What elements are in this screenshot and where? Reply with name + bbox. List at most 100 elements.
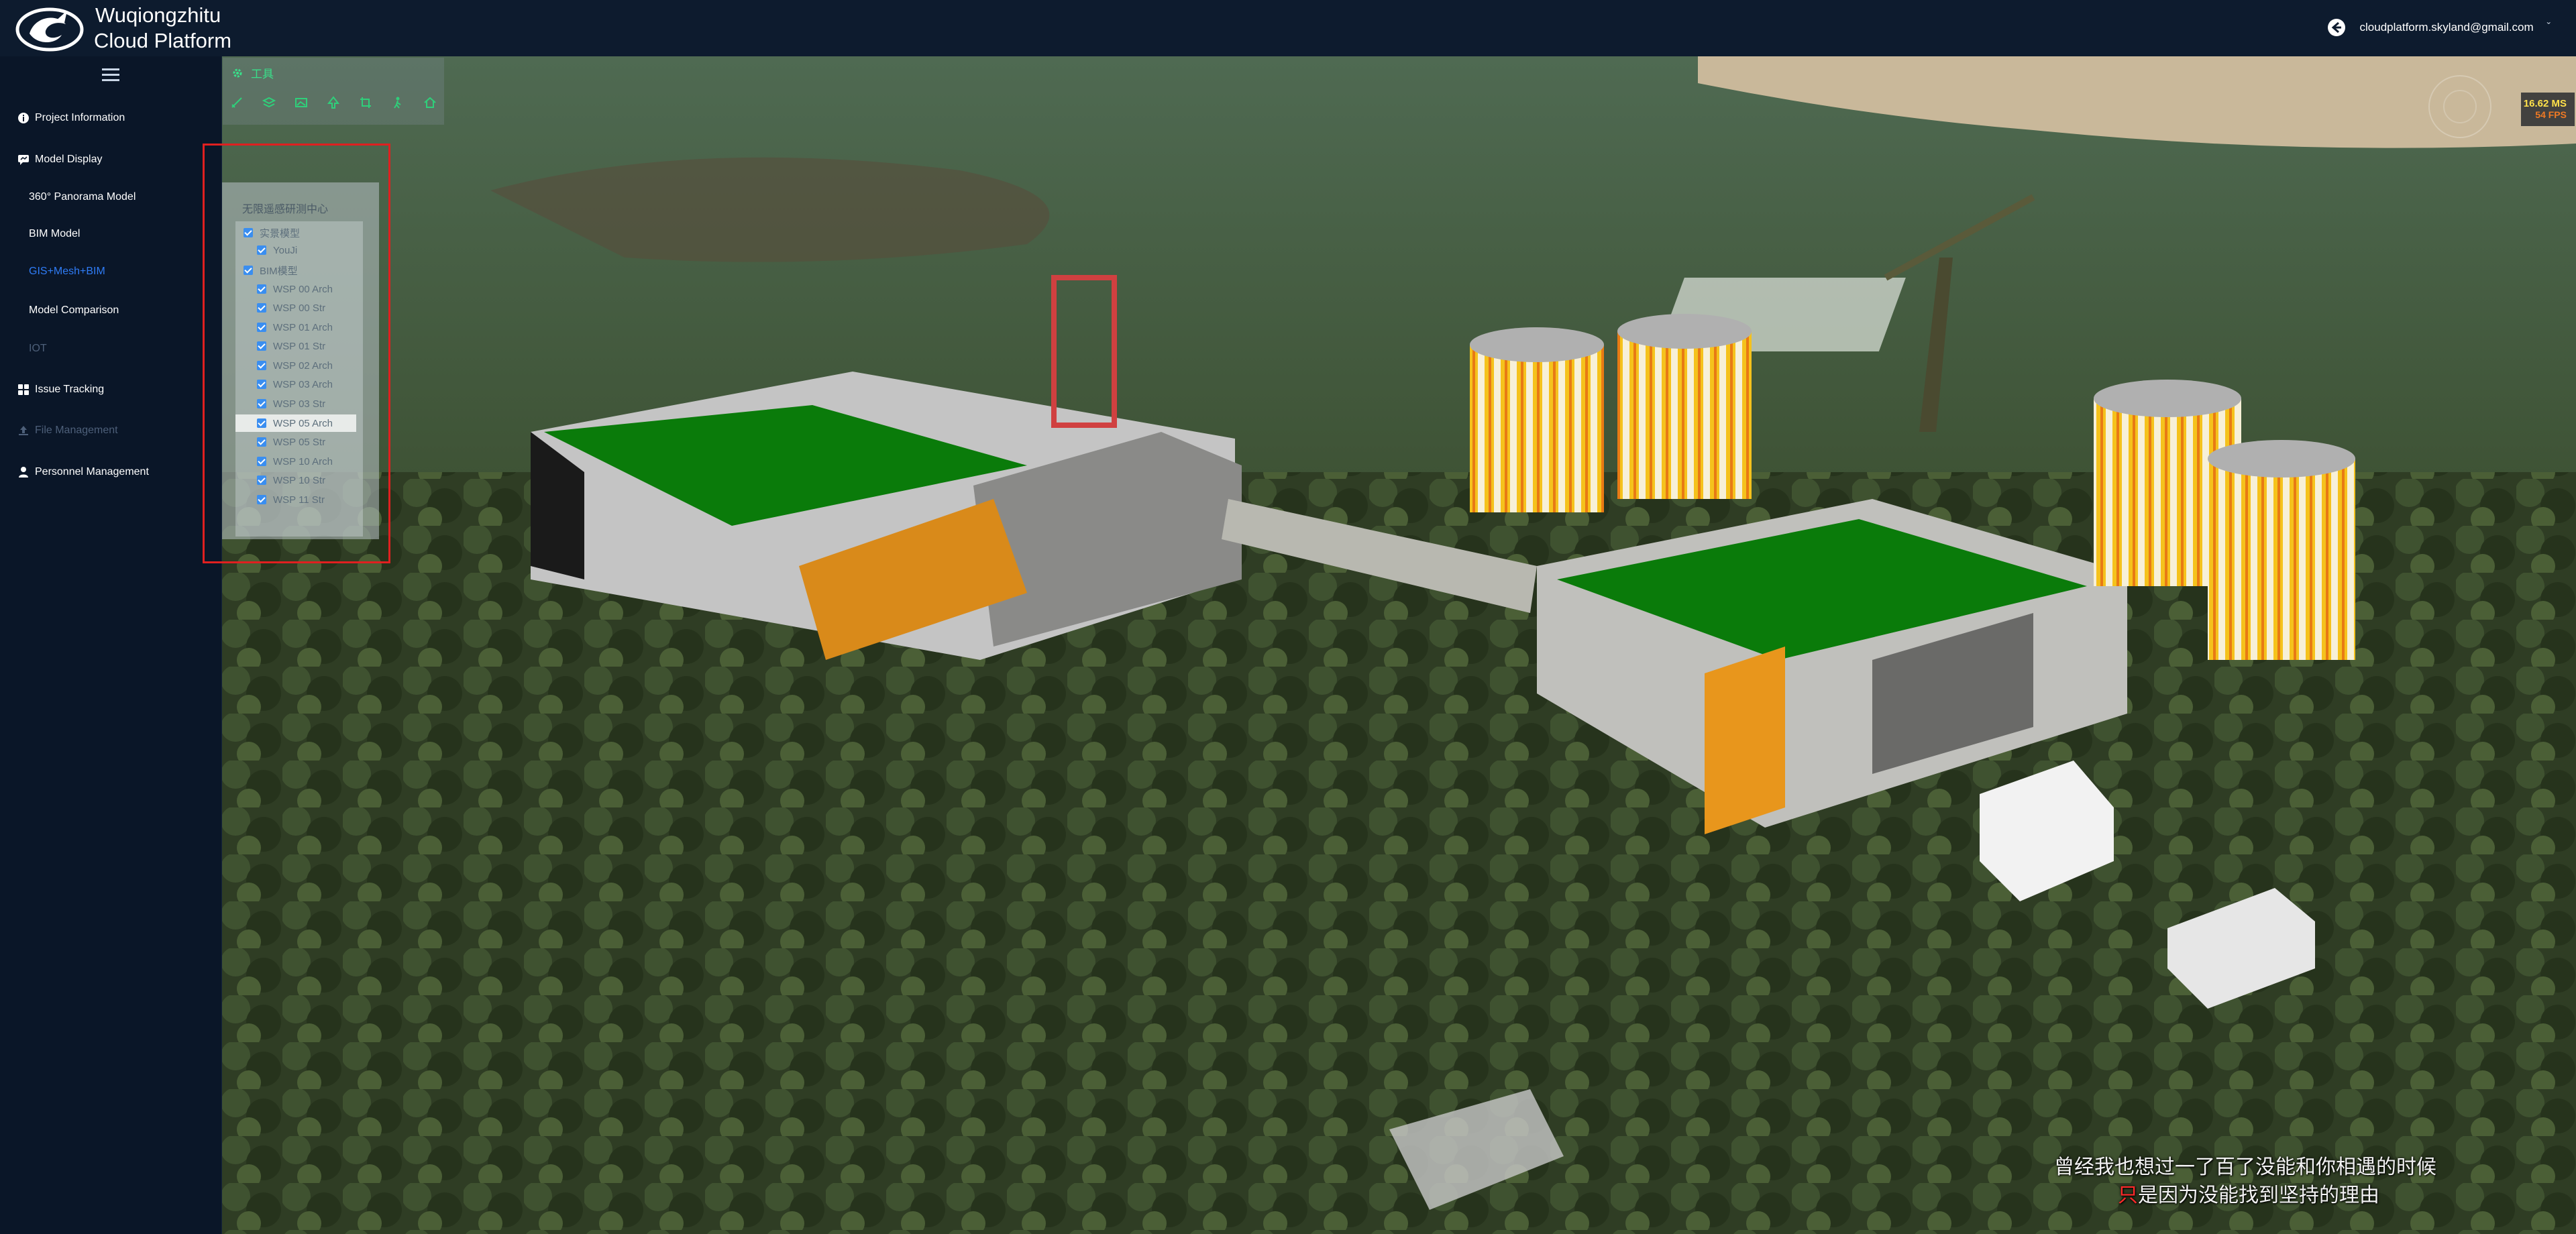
tree-item-wsp-03-str[interactable]: WSP 03 Str [257,395,325,412]
tree-item-label: YouJi [273,244,298,256]
subtitle-rest: 是因为没能找到坚持的理由 [2138,1184,2379,1207]
checkbox[interactable] [257,303,266,313]
sidebar-item-bim-model[interactable]: BIM Model [0,221,221,247]
tools-panel: 工具 [223,58,444,125]
tree-icon[interactable] [326,95,341,110]
tree-item-label: WSP 03 Str [273,398,326,410]
fps-counter: 54 FPS [2535,109,2567,120]
tools-panel-header[interactable]: 工具 [232,64,274,81]
tree-item-label: BIM模型 [260,265,298,277]
checkbox[interactable] [257,475,266,485]
sidebar-item-label: 360° Panorama Model [29,191,136,203]
model-tree-title: 无限遥感研测中心 [242,204,329,215]
brand-name: Wuqiongzhitu Cloud Platform [94,3,231,54]
tree-item-label: WSP 02 Arch [273,359,333,372]
checkbox[interactable] [257,457,266,466]
sidebar-item-label: Personnel Management [35,466,149,478]
subtitle-line-1: 曾经我也想过一了百了没能和你相遇的时候 [2054,1156,2436,1179]
tree-item-wsp-00-arch[interactable]: WSP 00 Arch [257,280,333,298]
tree-item-wsp-02-arch[interactable]: WSP 02 Arch [257,357,333,374]
person-icon [19,467,28,478]
gear-icon [233,68,242,77]
home-icon[interactable] [423,95,437,110]
tree-item-label: WSP 00 Str [273,302,326,314]
chevron-down-icon[interactable]: ˇ [2547,21,2551,34]
checkbox[interactable] [244,228,253,237]
grid-icon [18,384,29,395]
checkbox[interactable] [257,361,266,370]
tree-item-label: WSP 01 Arch [273,321,333,333]
walk-icon[interactable] [390,95,405,110]
image-icon[interactable] [294,95,309,110]
tree-item-wsp-03-arch[interactable]: WSP 03 Arch [257,376,333,393]
sidebar-item-model-display[interactable]: Model Display [0,146,221,173]
frame-time: 16.62 MS [2523,98,2567,109]
tree-item-wsp-05-str[interactable]: WSP 05 Str [257,433,325,451]
sidebar-item-iot[interactable]: IOT [0,335,221,362]
app-header: Wuqiongzhitu Cloud Platform cloudplatfor… [0,0,2576,57]
sidebar-item-label: IOT [29,343,47,354]
sidebar-item-label: Project Information [35,112,125,123]
sidebar-item-label: File Management [35,425,118,436]
subtitle-highlight: 只 [2118,1184,2138,1207]
tree-item-wsp-05-arch[interactable]: WSP 05 Arch [235,414,356,432]
checkbox[interactable] [257,323,266,332]
tree-item-label: WSP 10 Arch [273,455,333,467]
sidebar-item-model-comparison[interactable]: Model Comparison [0,297,221,324]
tree-item-bim-model[interactable]: BIM模型 [244,262,298,279]
sidebar-item-file-management[interactable]: File Management [0,417,221,444]
3d-viewport[interactable] [222,56,2576,1234]
sidebar-item-label: GIS+Mesh+BIM [29,266,105,277]
tree-item-youji[interactable]: YouJi [257,241,297,259]
model-tree-panel: 无限遥感研测中心 实景模型 YouJi BIM模型 WSP 00 Arch WS… [222,182,379,539]
dragon-logo[interactable] [15,4,89,52]
hamburger-menu-icon[interactable] [102,68,119,83]
sidebar-item-360-panorama-model[interactable]: 360° Panorama Model [0,184,221,211]
tools-panel-title: 工具 [251,68,274,80]
checkbox[interactable] [257,418,266,428]
tree-item-wsp-01-arch[interactable]: WSP 01 Arch [257,319,333,336]
tree-item-label: WSP 00 Arch [273,283,333,295]
sidebar: Project Information Model Display 360° P… [0,56,222,1234]
sidebar-item-project-information[interactable]: Project Information [0,105,221,131]
sidebar-item-personnel-management[interactable]: Personnel Management [0,459,221,486]
checkbox[interactable] [257,284,266,294]
layers-icon[interactable] [262,95,276,110]
measure-icon[interactable] [229,95,244,110]
sidebar-item-label: Issue Tracking [35,384,105,395]
clip-icon[interactable] [358,95,373,110]
sidebar-item-issue-tracking[interactable]: Issue Tracking [0,376,221,403]
checkbox[interactable] [257,437,266,447]
brand-line-1: Wuqiongzhitu [95,3,221,27]
navigation-compass[interactable] [2428,75,2491,138]
tree-item-label: WSP 05 Str [273,436,326,448]
tree-item-wsp-10-arch[interactable]: WSP 10 Arch [257,453,333,470]
sidebar-item-label: BIM Model [29,228,80,239]
user-email[interactable]: cloudplatform.skyland@gmail.com [2360,21,2534,34]
model-tree-body: 实景模型 YouJi BIM模型 WSP 00 Arch WSP 00 Str … [235,221,363,537]
header-user-area: cloudplatform.skyland@gmail.com ˇ [2326,17,2551,38]
checkbox[interactable] [257,245,266,255]
checkbox[interactable] [257,380,266,389]
tree-item-label: WSP 05 Arch [273,417,333,429]
checkbox[interactable] [257,399,266,408]
checkbox[interactable] [257,495,266,504]
info-circle-icon [18,113,29,123]
brand-line-2: Cloud Platform [94,29,232,52]
tree-item-wsp-00-str[interactable]: WSP 00 Str [257,299,325,317]
gis-bim-scene[interactable] [222,56,2576,1234]
tree-item-wsp-10-str[interactable]: WSP 10 Str [257,471,325,489]
tree-item-label: WSP 03 Arch [273,378,333,390]
sidebar-item-label: Model Comparison [29,304,119,316]
tree-item-label: WSP 01 Str [273,340,326,352]
sidebar-item-label: Model Display [35,154,103,165]
sidebar-item-gis-mesh-bim[interactable]: GIS+Mesh+BIM [0,258,221,285]
back-arrow-icon[interactable] [2326,17,2347,38]
tree-item-wsp-01-str[interactable]: WSP 01 Str [257,337,325,355]
tree-item-wsp-11-str[interactable]: WSP 11 Str [257,491,325,508]
tree-item-label: WSP 11 Str [273,494,325,506]
checkbox[interactable] [244,266,253,275]
subtitle-line-2: 只是因为没能找到坚持的理由 [2118,1178,2379,1208]
checkbox[interactable] [257,341,266,351]
tree-item-reality-model[interactable]: 实景模型 [244,224,300,241]
